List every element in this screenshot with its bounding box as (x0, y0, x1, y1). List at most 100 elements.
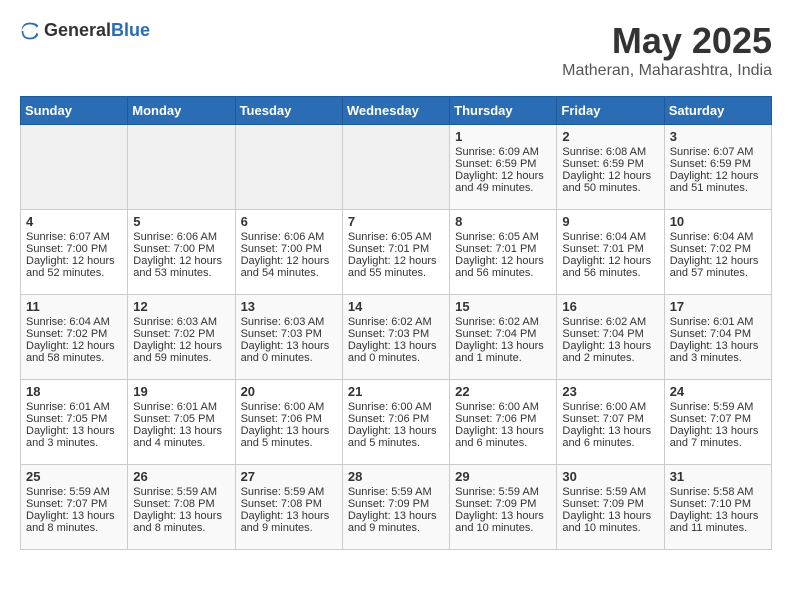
calendar-header: SundayMondayTuesdayWednesdayThursdayFrid… (21, 97, 772, 125)
calendar-cell: 12Sunrise: 6:03 AMSunset: 7:02 PMDayligh… (128, 295, 235, 380)
calendar-cell: 20 Sunrise: 6:00 AMSunset: 7:06 PMDayligh… (235, 380, 342, 465)
day-number: 11 (26, 299, 122, 314)
day-number: 25 (26, 469, 122, 484)
daylight-text: Daylight: 12 hours and 56 minutes. (562, 255, 658, 279)
week-row-3: 11Sunrise: 6:04 AMSunset: 7:02 PMDayligh… (21, 295, 772, 380)
calendar-body: 1Sunrise: 6:09 AMSunset: 6:59 PMDaylight… (21, 125, 772, 550)
day-number: 16 (562, 299, 658, 314)
calendar-cell (128, 125, 235, 210)
day-number: 8 (455, 214, 551, 229)
sunrise-text: Sunrise: 6:00 AM (562, 401, 658, 413)
day-number: 20 (241, 384, 337, 399)
sunrise-text: Sunrise: 5:59 AM (348, 486, 444, 498)
sunrise-text: Sunrise: 6:04 AM (670, 231, 766, 243)
calendar-cell: 11Sunrise: 6:04 AMSunset: 7:02 PMDayligh… (21, 295, 128, 380)
day-number: 10 (670, 214, 766, 229)
sunset-text: Sunset: 7:09 PM (348, 498, 444, 510)
sunset-text: Sunset: 7:04 PM (670, 328, 766, 340)
sunset-text: Sunset: 7:00 PM (133, 243, 229, 255)
daylight-text: Daylight: 13 hours and 7 minutes. (670, 425, 766, 449)
week-row-4: 18Sunrise: 6:01 AMSunset: 7:05 PMDayligh… (21, 380, 772, 465)
sunrise-text: Sunrise: 5:59 AM (670, 401, 766, 413)
sunset-text: Sunset: 7:06 PM (455, 413, 551, 425)
daylight-text: Daylight: 13 hours and 8 minutes. (26, 510, 122, 534)
sunrise-text: Sunrise: 6:03 AM (241, 316, 337, 328)
week-row-2: 4Sunrise: 6:07 AMSunset: 7:00 PMDaylight… (21, 210, 772, 295)
calendar-cell: 26Sunrise: 5:59 AMSunset: 7:08 PMDayligh… (128, 465, 235, 550)
sunrise-text: Sunrise: 6:04 AM (26, 316, 122, 328)
sunset-text: Sunset: 7:01 PM (455, 243, 551, 255)
daylight-text: Daylight: 13 hours and 9 minutes. (241, 510, 337, 534)
calendar-cell: 23Sunrise: 6:00 AMSunset: 7:07 PMDayligh… (557, 380, 664, 465)
weekday-row: SundayMondayTuesdayWednesdayThursdayFrid… (21, 97, 772, 125)
daylight-text: Daylight: 12 hours and 56 minutes. (455, 255, 551, 279)
day-number: 28 (348, 469, 444, 484)
sunset-text: Sunset: 7:05 PM (133, 413, 229, 425)
sunset-text: Sunset: 7:07 PM (26, 498, 122, 510)
sunset-text: Sunset: 6:59 PM (670, 158, 766, 170)
logo-icon (20, 21, 40, 41)
sunrise-text: Sunrise: 6:00 AM (241, 401, 337, 413)
daylight-text: Daylight: 13 hours and 5 minutes. (241, 425, 337, 449)
calendar-cell (21, 125, 128, 210)
sunset-text: Sunset: 7:03 PM (348, 328, 444, 340)
calendar-cell: 8 Sunrise: 6:05 AMSunset: 7:01 PMDaylight… (450, 210, 557, 295)
calendar-cell: 16Sunrise: 6:02 AMSunset: 7:04 PMDayligh… (557, 295, 664, 380)
sunset-text: Sunset: 7:04 PM (562, 328, 658, 340)
sunset-text: Sunset: 7:06 PM (348, 413, 444, 425)
daylight-text: Daylight: 13 hours and 3 minutes. (670, 340, 766, 364)
daylight-text: Daylight: 12 hours and 57 minutes. (670, 255, 766, 279)
day-number: 5 (133, 214, 229, 229)
sunset-text: Sunset: 7:07 PM (562, 413, 658, 425)
sunset-text: Sunset: 7:08 PM (241, 498, 337, 510)
day-number: 15 (455, 299, 551, 314)
sunrise-text: Sunrise: 5:59 AM (26, 486, 122, 498)
daylight-text: Daylight: 13 hours and 0 minutes. (241, 340, 337, 364)
sunrise-text: Sunrise: 6:07 AM (670, 146, 766, 158)
daylight-text: Daylight: 12 hours and 58 minutes. (26, 340, 122, 364)
daylight-text: Daylight: 13 hours and 10 minutes. (455, 510, 551, 534)
weekday-header-monday: Monday (128, 97, 235, 125)
day-number: 14 (348, 299, 444, 314)
day-number: 18 (26, 384, 122, 399)
calendar-cell: 14Sunrise: 6:02 AMSunset: 7:03 PMDayligh… (342, 295, 449, 380)
weekday-header-friday: Friday (557, 97, 664, 125)
calendar-cell: 10Sunrise: 6:04 AMSunset: 7:02 PMDayligh… (664, 210, 771, 295)
sunset-text: Sunset: 7:00 PM (26, 243, 122, 255)
daylight-text: Daylight: 12 hours and 59 minutes. (133, 340, 229, 364)
day-number: 2 (562, 129, 658, 144)
logo: GeneralBlue (20, 20, 150, 41)
sunrise-text: Sunrise: 6:06 AM (133, 231, 229, 243)
sunset-text: Sunset: 7:10 PM (670, 498, 766, 510)
calendar-cell: 9Sunrise: 6:04 AMSunset: 7:01 PMDaylight… (557, 210, 664, 295)
day-number: 7 (348, 214, 444, 229)
sunset-text: Sunset: 7:08 PM (133, 498, 229, 510)
sunrise-text: Sunrise: 6:01 AM (133, 401, 229, 413)
daylight-text: Daylight: 13 hours and 0 minutes. (348, 340, 444, 364)
day-number: 23 (562, 384, 658, 399)
sunrise-text: Sunrise: 6:05 AM (348, 231, 444, 243)
calendar-cell: 18Sunrise: 6:01 AMSunset: 7:05 PMDayligh… (21, 380, 128, 465)
calendar-cell: 17Sunrise: 6:01 AMSunset: 7:04 PMDayligh… (664, 295, 771, 380)
weekday-header-wednesday: Wednesday (342, 97, 449, 125)
sunrise-text: Sunrise: 5:58 AM (670, 486, 766, 498)
calendar-table: SundayMondayTuesdayWednesdayThursdayFrid… (20, 96, 772, 550)
daylight-text: Daylight: 13 hours and 2 minutes. (562, 340, 658, 364)
calendar-cell: 28 Sunrise: 5:59 AMSunset: 7:09 PMDayligh… (342, 465, 449, 550)
sunset-text: Sunset: 6:59 PM (562, 158, 658, 170)
sunrise-text: Sunrise: 6:09 AM (455, 146, 551, 158)
calendar-cell: 7Sunrise: 6:05 AMSunset: 7:01 PMDaylight… (342, 210, 449, 295)
calendar-cell: 25 Sunrise: 5:59 AMSunset: 7:07 PMDayligh… (21, 465, 128, 550)
sunrise-text: Sunrise: 5:59 AM (133, 486, 229, 498)
sunset-text: Sunset: 7:04 PM (455, 328, 551, 340)
calendar-cell: 5Sunrise: 6:06 AMSunset: 7:00 PMDaylight… (128, 210, 235, 295)
daylight-text: Daylight: 12 hours and 50 minutes. (562, 170, 658, 194)
sunrise-text: Sunrise: 6:05 AM (455, 231, 551, 243)
sunset-text: Sunset: 7:06 PM (241, 413, 337, 425)
sunrise-text: Sunrise: 6:06 AM (241, 231, 337, 243)
sunrise-text: Sunrise: 5:59 AM (455, 486, 551, 498)
daylight-text: Daylight: 13 hours and 6 minutes. (455, 425, 551, 449)
calendar-cell: 1Sunrise: 6:09 AMSunset: 6:59 PMDaylight… (450, 125, 557, 210)
sunrise-text: Sunrise: 6:01 AM (26, 401, 122, 413)
daylight-text: Daylight: 13 hours and 9 minutes. (348, 510, 444, 534)
